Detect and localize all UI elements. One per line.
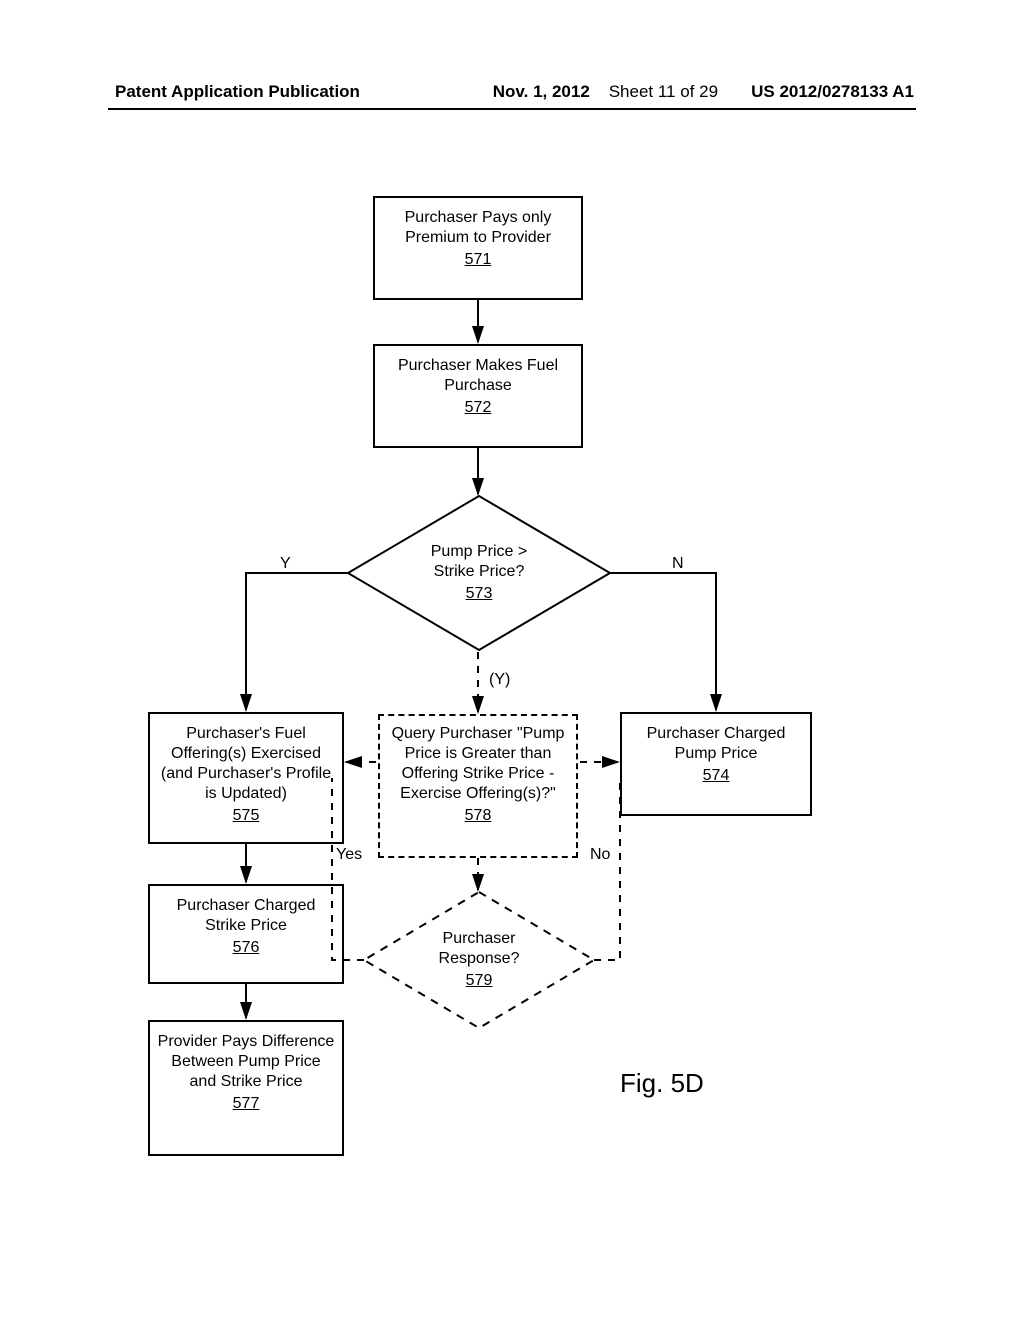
- box-571-text: Purchaser Pays only Premium to Provider: [405, 209, 552, 246]
- box-572-ref: 572: [381, 398, 575, 418]
- label-no: No: [590, 846, 610, 864]
- box-574-ref: 574: [628, 766, 804, 786]
- box-578: Query Purchaser "Pump Price is Greater t…: [378, 714, 578, 858]
- box-571: Purchaser Pays only Premium to Provider …: [373, 196, 583, 300]
- diamond-573-line2: Strike Price?: [434, 562, 525, 582]
- box-574-text: Purchaser Charged Pump Price: [647, 725, 786, 762]
- figure-label: Fig. 5D: [620, 1068, 704, 1099]
- box-577: Provider Pays Difference Between Pump Pr…: [148, 1020, 344, 1156]
- label-yes: Yes: [336, 846, 362, 864]
- label-y: Y: [280, 555, 291, 573]
- diamond-579-line1: Purchaser: [443, 929, 516, 949]
- box-572: Purchaser Makes Fuel Purchase 572: [373, 344, 583, 448]
- label-n: N: [672, 555, 684, 573]
- box-577-ref: 577: [156, 1094, 336, 1114]
- diamond-573-ref: 573: [466, 584, 493, 604]
- box-571-ref: 571: [381, 250, 575, 270]
- label-y-paren: (Y): [489, 671, 510, 689]
- box-575-ref: 575: [156, 806, 336, 826]
- box-577-text: Provider Pays Difference Between Pump Pr…: [158, 1033, 335, 1090]
- box-576: Purchaser Charged Strike Price 576: [148, 884, 344, 984]
- box-575-text: Purchaser's Fuel Offering(s) Exercised (…: [161, 725, 331, 802]
- diamond-579-ref: 579: [466, 971, 493, 991]
- diagram-canvas: Purchaser Pays only Premium to Provider …: [0, 0, 1024, 1320]
- box-576-text: Purchaser Charged Strike Price: [177, 897, 316, 934]
- box-574: Purchaser Charged Pump Price 574: [620, 712, 812, 816]
- box-576-ref: 576: [156, 938, 336, 958]
- diamond-573-line1: Pump Price >: [431, 542, 527, 562]
- box-575: Purchaser's Fuel Offering(s) Exercised (…: [148, 712, 344, 844]
- box-578-text: Query Purchaser "Pump Price is Greater t…: [392, 725, 565, 802]
- box-578-ref: 578: [386, 806, 570, 826]
- diamond-579: Purchaser Response? 579: [362, 890, 596, 1030]
- box-572-text: Purchaser Makes Fuel Purchase: [398, 357, 558, 394]
- diamond-579-line2: Response?: [439, 949, 520, 969]
- diamond-573: Pump Price > Strike Price? 573: [346, 494, 612, 652]
